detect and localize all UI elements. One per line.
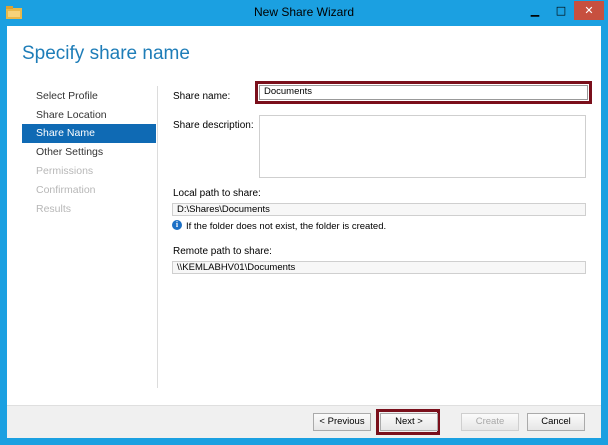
next-button[interactable]: Next > (380, 413, 438, 431)
page-title: Specify share name (22, 43, 190, 64)
share-description-input[interactable] (259, 115, 586, 178)
share-name-label: Share name: (173, 91, 231, 102)
nav-divider (157, 86, 158, 388)
info-icon: i (172, 220, 182, 230)
local-path-label: Local path to share: (173, 188, 261, 199)
local-path-field: D:\Shares\Documents (172, 203, 586, 216)
nav-item-share-name[interactable]: Share Name (22, 124, 156, 143)
nav-item-select-profile[interactable]: Select Profile (22, 87, 156, 106)
close-button[interactable]: ✕ (574, 1, 604, 20)
nav-item-permissions: Permissions (36, 165, 94, 177)
create-button: Create (461, 413, 519, 431)
previous-button[interactable]: < Previous (313, 413, 371, 431)
minimize-button[interactable]: ▁ (522, 1, 548, 20)
title-bar[interactable]: New Share Wizard ▁ □ ✕ (0, 0, 608, 26)
maximize-button[interactable]: □ (548, 1, 574, 20)
remote-path-field: \\KEMLABHV01\Documents (172, 261, 586, 274)
nav-item-confirmation: Confirmation (36, 184, 96, 196)
nav-item-results: Results (36, 203, 72, 215)
window-title: New Share Wizard (253, 5, 355, 19)
nav-item-other-settings[interactable]: Other Settings (22, 143, 156, 162)
cancel-button[interactable]: Cancel (527, 413, 585, 431)
remote-path-label: Remote path to share: (173, 246, 272, 257)
share-description-label: Share description: (173, 120, 254, 131)
share-name-input[interactable]: Documents (259, 85, 588, 100)
nav-item-share-location[interactable]: Share Location (22, 106, 156, 125)
info-text: If the folder does not exist, the folder… (186, 221, 387, 232)
wizard-window: New Share Wizard ▁ □ ✕ Specify share nam… (0, 0, 608, 445)
